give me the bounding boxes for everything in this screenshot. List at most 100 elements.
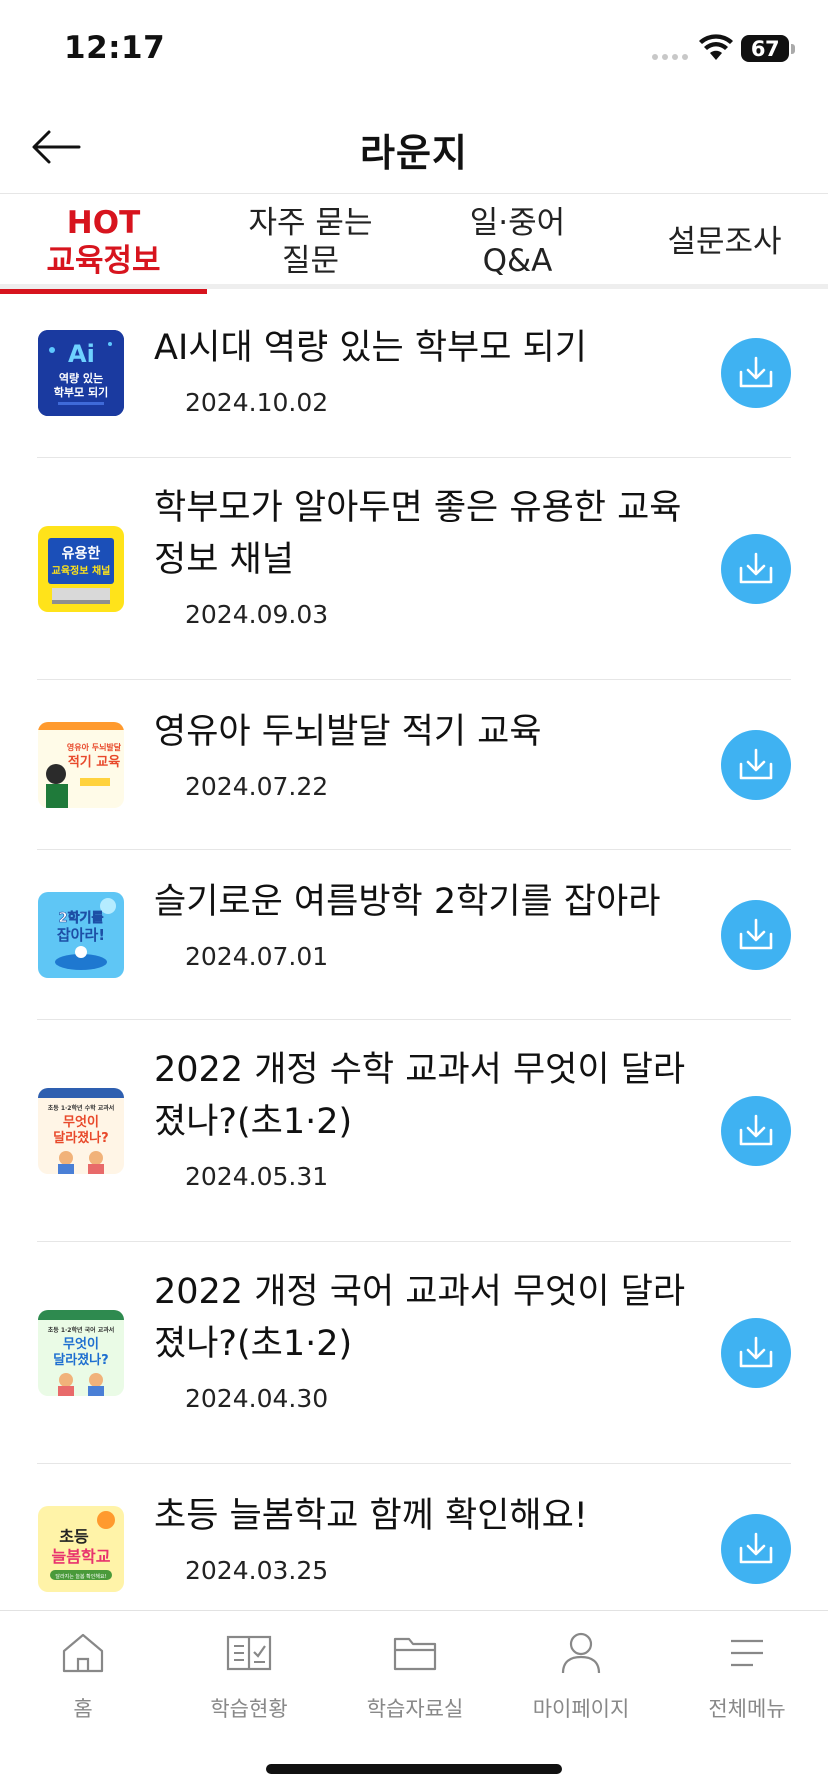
download-icon [739,1532,773,1564]
list-item[interactable]: 초등 1·2학년 수학 교과서 무엇이 달라졌나? 2022 개정 수학 교과서… [37,1020,791,1242]
list-item[interactable]: 유용한 교육정보 채널 학부모가 알아두면 좋은 유용한 교육 정보 채널 20… [37,458,791,680]
nav-label: 학습자료실 [366,1697,464,1721]
thumbnail-art: 초등 1·2학년 국어 교과서 무엇이 달라졌나? [38,1310,124,1396]
download-icon [739,356,773,388]
nav-item-learning-status[interactable]: 학습현황 [166,1629,332,1723]
nav-item-learning-materials[interactable]: 학습자료실 [332,1629,498,1723]
download-button[interactable] [721,1514,791,1584]
thumb-text: 유용한 [62,546,101,562]
thumbnail-image: 2학기를 잡아라! [38,892,124,978]
thumb-text: 무엇이 [63,1336,99,1352]
thumb-text: 달라졌나? [53,1352,108,1368]
thumb-text: 늘봄학교 [52,1547,111,1566]
item-date: 2024.07.01 [185,942,329,971]
home-icon [62,1633,104,1673]
tab-hot-education-info[interactable]: HOT 교육정보 [0,195,207,294]
tab-japanese-chinese-qa[interactable]: 일·중어 Q&A [414,195,621,289]
thumbnail-image: 영유아 두뇌발달 적기 교육 [38,722,124,808]
thumb-text: 초등 1·2학년 국어 교과서 [48,1326,115,1334]
nav-item-all-menu[interactable]: 전체메뉴 [664,1629,828,1723]
folder-icon [393,1637,437,1671]
tab-label-line1: 일·중어 [469,205,566,241]
thumb-text: 무엇이 [63,1114,99,1130]
thumb-text: Ai [68,340,95,368]
item-title: 초등 늘봄학교 함께 확인해요! [154,1496,588,1536]
thumb-text: 영유아 두뇌발달 [67,742,122,752]
nav-label: 마이페이지 [532,1697,630,1721]
nav-label: 전체메뉴 [708,1697,786,1721]
thumb-text: 달라지는 늘봄 확인해요! [55,1573,106,1580]
tab-label-line1: 설문조사 [667,224,782,260]
wifi-icon [699,34,733,60]
thumbnail-image: 초등 1·2학년 수학 교과서 무엇이 달라졌나? [38,1088,124,1174]
nav-item-home[interactable]: 홈 [0,1629,166,1723]
cellular-signal-icon [652,54,688,60]
download-button[interactable] [721,338,791,408]
thumbnail-image: 초등 1·2학년 국어 교과서 무엇이 달라졌나? [38,1310,124,1396]
item-date: 2024.05.31 [185,1162,329,1191]
person-icon [561,1632,601,1674]
list-item[interactable]: 초등 1·2학년 국어 교과서 무엇이 달라졌나? 2022 개정 국어 교과서… [37,1242,791,1464]
item-date: 2024.03.25 [185,1556,329,1585]
nav-label: 홈 [73,1697,93,1721]
thumb-text: 2학기를 [59,910,104,926]
item-title: 2022 개정 수학 교과서 무엇이 달라졌나?(초1·2) [154,1050,686,1142]
item-date: 2024.07.22 [185,772,329,801]
page-title: 라운지 [360,131,468,175]
thumbnail-art: Ai 역량 있는 학부모 되기 [38,330,124,416]
article-list: Ai 역량 있는 학부모 되기 AI시대 역량 있는 학부모 되기 2024.1… [0,294,828,1634]
status-bar: 12:17 67 [0,0,828,100]
thumbnail-art: 영유아 두뇌발달 적기 교육 [38,722,124,808]
item-title: 영유아 두뇌발달 적기 교육 [154,712,542,752]
tab-label-line2: 교육정보 [46,243,161,279]
thumb-text: 초등 [59,1527,89,1546]
item-title: 학부모가 알아두면 좋은 유용한 교육 정보 채널 [154,488,682,580]
tab-bar: HOT 교육정보 자주 묻는 질문 일·중어 Q&A 설문조사 [0,195,828,294]
download-button[interactable] [721,1096,791,1166]
tab-label-line2: Q&A [482,243,553,279]
download-icon [739,552,773,584]
list-item[interactable]: 초등 늘봄학교 달라지는 늘봄 확인해요! 초등 늘봄학교 함께 확인해요! 2… [37,1464,791,1634]
tab-survey[interactable]: 설문조사 [621,195,828,289]
item-date: 2024.09.03 [185,600,329,629]
download-button[interactable] [721,900,791,970]
book-check-icon [226,1635,272,1671]
thumbnail-image: Ai 역량 있는 학부모 되기 [38,330,124,416]
thumb-text: 역량 있는 [59,371,103,385]
thumb-text: 적기 교육 [68,754,120,770]
download-button[interactable] [721,534,791,604]
tab-label-line1: HOT [66,205,141,241]
item-title: 2022 개정 국어 교과서 무엇이 달라졌나?(초1·2) [154,1272,686,1364]
tab-label-line2: 질문 [281,243,340,279]
tab-faq[interactable]: 자주 묻는 질문 [207,195,414,289]
list-item[interactable]: 영유아 두뇌발달 적기 교육 영유아 두뇌발달 적기 교육 2024.07.22 [37,680,791,850]
thumbnail-art: 2학기를 잡아라! [38,892,124,978]
item-title: AI시대 역량 있는 학부모 되기 [154,328,587,368]
battery-nub [791,44,795,54]
menu-icon [731,1639,763,1667]
nav-item-my-page[interactable]: 마이페이지 [498,1629,664,1723]
thumbnail-image: 유용한 교육정보 채널 [38,526,124,612]
home-indicator [266,1764,562,1774]
list-item[interactable]: 2학기를 잡아라! 슬기로운 여름방학 2학기를 잡아라 2024.07.01 [37,850,791,1020]
thumbnail-art: 초등 늘봄학교 달라지는 늘봄 확인해요! [38,1506,124,1592]
item-date: 2024.04.30 [185,1384,329,1413]
download-button[interactable] [721,1318,791,1388]
nav-label: 학습현황 [210,1697,288,1721]
download-button[interactable] [721,730,791,800]
download-icon [739,1114,773,1146]
download-icon [739,748,773,780]
thumb-text: 교육정보 채널 [52,564,111,577]
thumb-text: 초등 1·2학년 수학 교과서 [48,1104,115,1112]
item-date: 2024.10.02 [185,388,329,417]
status-time: 12:17 [64,30,166,66]
thumbnail-art: 유용한 교육정보 채널 [38,526,124,612]
download-icon [739,918,773,950]
list-item[interactable]: Ai 역량 있는 학부모 되기 AI시대 역량 있는 학부모 되기 2024.1… [37,294,791,458]
item-title: 슬기로운 여름방학 2학기를 잡아라 [154,882,661,922]
thumbnail-image: 초등 늘봄학교 달라지는 늘봄 확인해요! [38,1506,124,1592]
battery-indicator: 67 [741,35,789,62]
thumb-text: 달라졌나? [53,1130,108,1146]
thumb-text: 학부모 되기 [54,385,108,399]
thumb-text: 잡아라! [57,926,105,944]
